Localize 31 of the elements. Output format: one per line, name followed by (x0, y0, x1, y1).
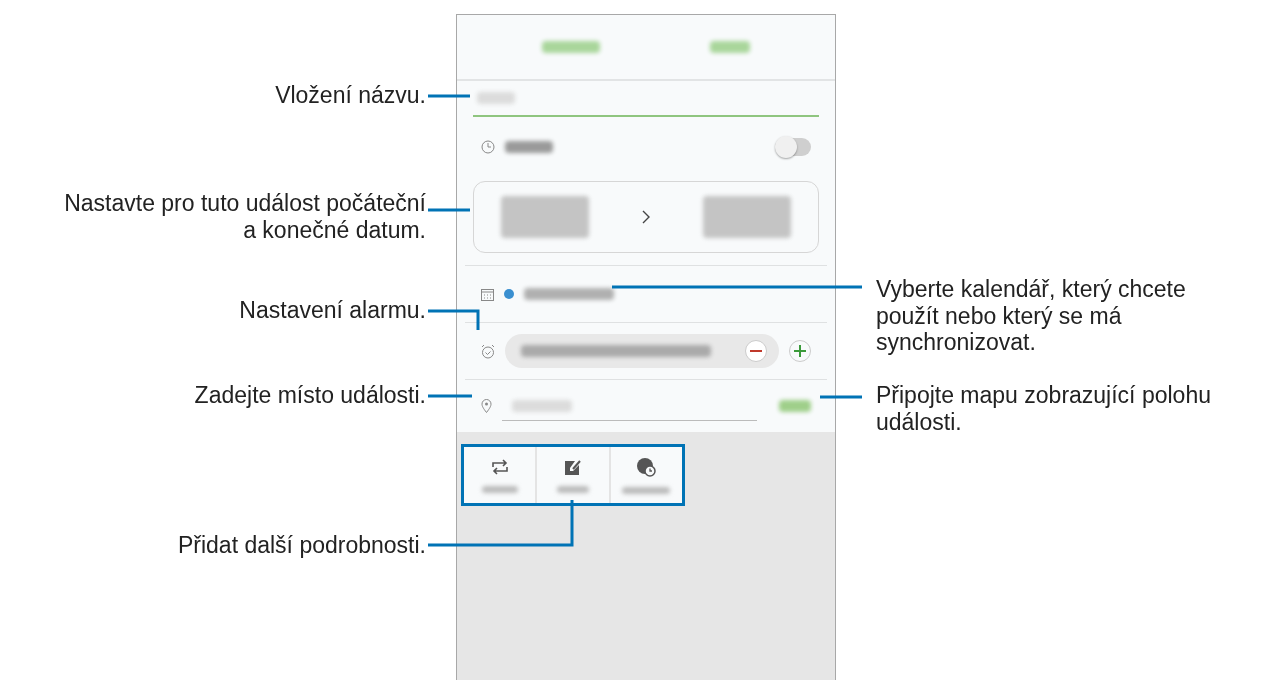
add-button[interactable] (789, 340, 811, 362)
minus-icon (750, 350, 762, 352)
chevron-icon (642, 210, 650, 224)
leader-line (428, 309, 480, 330)
blurred-text (542, 41, 600, 53)
toggle-switch[interactable] (775, 138, 811, 156)
location-pin-icon (481, 399, 492, 413)
callout-text: Zadejte místo události. (194, 382, 426, 409)
date-card[interactable] (473, 181, 819, 253)
callout-text: Vyberte kalendář, který chcete použít nebo který se má synchronizovat. (876, 276, 1186, 356)
reminder-pill[interactable] (505, 334, 779, 368)
blurred-text (779, 400, 811, 412)
globe-clock-icon (636, 456, 657, 477)
alarm-clock-icon (481, 343, 495, 359)
blurred-text (505, 141, 553, 153)
plus-icon (794, 345, 806, 357)
callout-text: Nastavení alarmu. (239, 297, 426, 324)
leader-line (820, 395, 862, 399)
callout-text: Nastavte pro tuto událost počáteční a konečné datum. (64, 190, 426, 243)
clock-icon (481, 140, 495, 154)
leader-line (428, 394, 472, 398)
blurred-text (710, 41, 750, 53)
callout-text: Připojte mapu zobrazující polohu události. (876, 382, 1211, 435)
repeat-icon (489, 457, 510, 476)
calendar-dot (504, 289, 514, 299)
leader-line (428, 208, 470, 212)
callout-text: Přidat další podrobnosti. (177, 532, 426, 559)
calendar-icon (481, 287, 494, 301)
leader-line (428, 94, 470, 98)
callout-text: Vložení názvu. (275, 82, 426, 109)
remove-button[interactable] (745, 340, 767, 362)
